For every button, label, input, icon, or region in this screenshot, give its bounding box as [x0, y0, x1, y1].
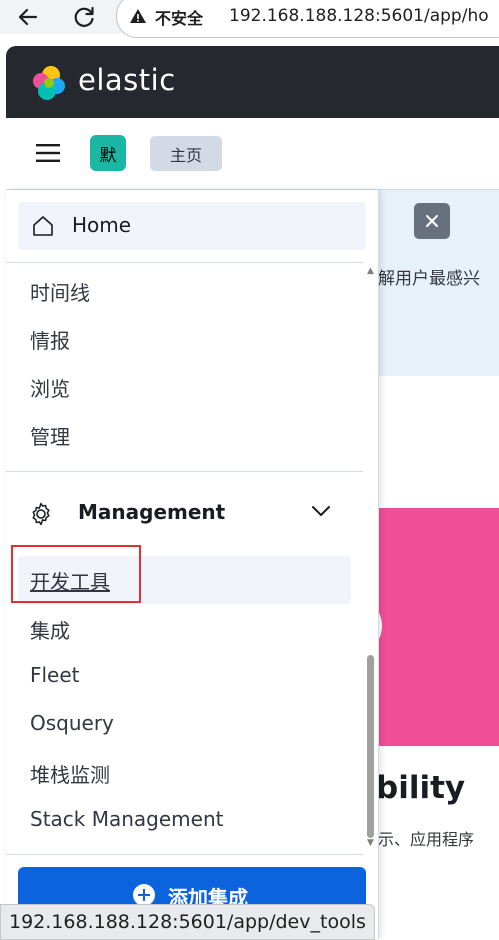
status-bar: 192.168.188.128:5601/app/dev_tools — [0, 904, 375, 940]
chevron-down-icon[interactable] — [310, 504, 332, 518]
main-content: 解用户最感兴 bility 示、应用程序 — [352, 190, 499, 938]
address-bar[interactable]: 不安全 192.168.188.128:5601/app/ho — [116, 0, 499, 38]
menu-icon[interactable] — [36, 143, 60, 163]
nav-item-osquery[interactable]: Osquery — [30, 711, 114, 735]
highlight-annotation — [11, 545, 141, 603]
management-label: Management — [78, 500, 226, 524]
back-arrow-icon[interactable] — [14, 3, 42, 31]
divider — [6, 854, 363, 855]
elastic-logo-icon[interactable] — [30, 64, 68, 102]
security-label[interactable]: 不安全 — [155, 5, 203, 29]
card-description: 示、应用程序 — [378, 830, 475, 849]
nav-home-label: Home — [72, 213, 132, 237]
welcome-callout: 解用户最感兴 — [378, 190, 499, 376]
gear-icon — [32, 502, 50, 526]
nav-item-timeline[interactable]: 时间线 — [30, 277, 90, 306]
app-header: elastic — [6, 46, 499, 118]
scroll-down-arrow-icon[interactable]: ▼ — [367, 838, 374, 848]
callout-text: 解用户最感兴 — [378, 269, 480, 289]
nav-item-manage[interactable]: 管理 — [30, 421, 70, 450]
browser-toolbar: 不安全 192.168.188.128:5601/app/ho — [0, 0, 499, 38]
card-title: bility — [376, 770, 466, 806]
observability-banner — [378, 508, 499, 746]
breadcrumb-bar: 默 主页 — [6, 118, 499, 190]
brand-name: elastic — [78, 63, 176, 97]
management-group-header[interactable]: Management — [6, 490, 363, 538]
url-text[interactable]: 192.168.188.128:5601/app/ho — [229, 6, 489, 26]
nav-item-explore[interactable]: 浏览 — [30, 373, 70, 402]
breadcrumb[interactable]: 主页 — [150, 136, 222, 171]
nav-item-fleet[interactable]: Fleet — [30, 663, 80, 687]
space-avatar[interactable]: 默 — [90, 135, 126, 171]
home-icon — [33, 216, 53, 236]
divider — [6, 471, 363, 472]
nav-home[interactable]: Home — [18, 202, 366, 250]
warning-icon[interactable] — [129, 8, 147, 24]
reload-icon[interactable] — [70, 3, 98, 31]
close-button[interactable] — [414, 203, 450, 239]
scrollbar-thumb[interactable] — [367, 655, 374, 838]
nav-item-stack-management[interactable]: Stack Management — [30, 807, 223, 831]
nav-item-stack-monitoring[interactable]: 堆栈监测 — [30, 759, 110, 788]
status-url: 192.168.188.128:5601/app/dev_tools — [9, 911, 366, 933]
scroll-up-arrow-icon[interactable]: ▲ — [367, 266, 374, 276]
nav-item-integrations[interactable]: 集成 — [30, 615, 70, 644]
nav-item-intelligence[interactable]: 情报 — [30, 325, 70, 354]
close-icon — [426, 215, 438, 227]
